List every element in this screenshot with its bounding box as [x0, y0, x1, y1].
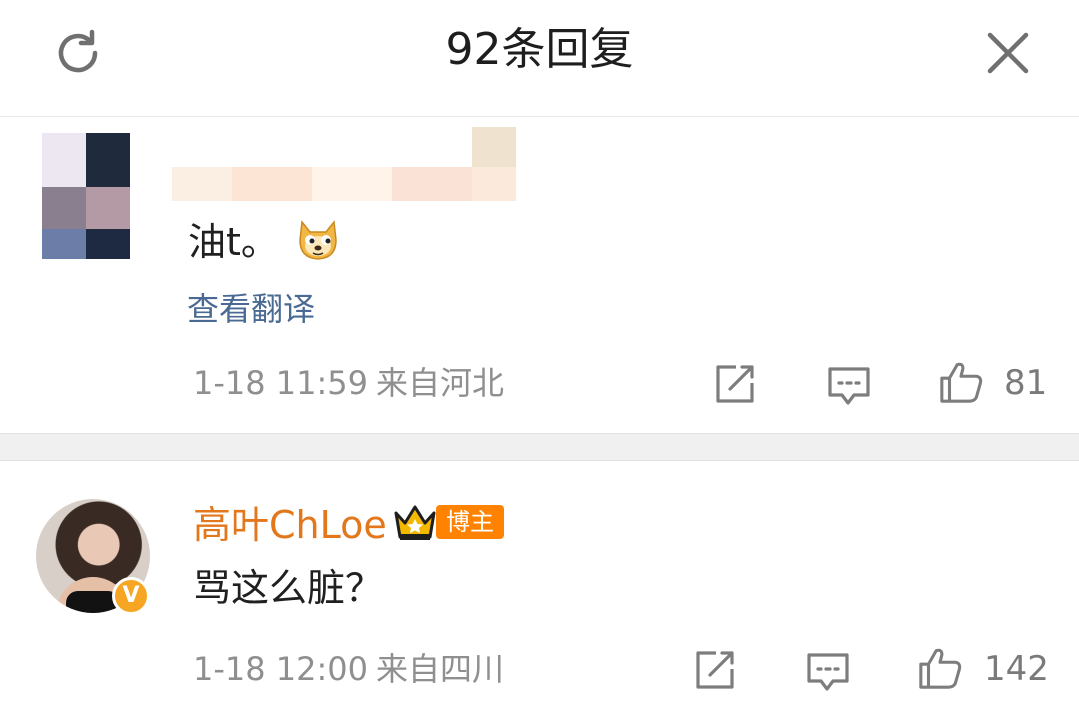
username[interactable]: 高叶ChLoe	[193, 501, 387, 549]
comment-item: V 高叶ChLoe 博主 骂这么脏？ 1-18 12:00 来自四川 142	[0, 461, 1079, 721]
translate-link[interactable]: 查看翻译	[187, 287, 315, 331]
comment-text: 油t。	[188, 220, 279, 264]
like-count: 81	[1004, 363, 1048, 403]
username-obscured	[172, 127, 602, 205]
share-icon[interactable]	[692, 647, 738, 693]
comment-location: 来自河北	[376, 364, 505, 402]
close-icon[interactable]	[981, 26, 1035, 80]
share-icon[interactable]	[712, 361, 758, 407]
crown-icon	[392, 501, 438, 543]
comment-icon[interactable]	[805, 649, 851, 695]
comment-time: 1-18 12:00	[193, 650, 369, 688]
doge-emoji-icon	[292, 212, 344, 264]
comment-item: 油t。 查看翻译 1-18 11:59 来自河北 81	[0, 117, 1079, 433]
like-count: 142	[984, 649, 1049, 689]
verified-badge-icon: V	[112, 577, 150, 615]
comment-time: 1-18 11:59	[193, 364, 369, 402]
comment-icon[interactable]	[826, 363, 872, 409]
page-title: 92条回复	[445, 24, 634, 75]
author-badge: 博主	[436, 505, 504, 539]
header-bar: 92条回复	[0, 0, 1079, 117]
section-divider	[0, 433, 1079, 461]
like-icon[interactable]	[917, 645, 965, 693]
avatar[interactable]	[42, 133, 130, 259]
comment-location: 来自四川	[376, 650, 505, 688]
comment-text: 骂这么脏？	[193, 566, 384, 610]
like-icon[interactable]	[938, 359, 986, 407]
